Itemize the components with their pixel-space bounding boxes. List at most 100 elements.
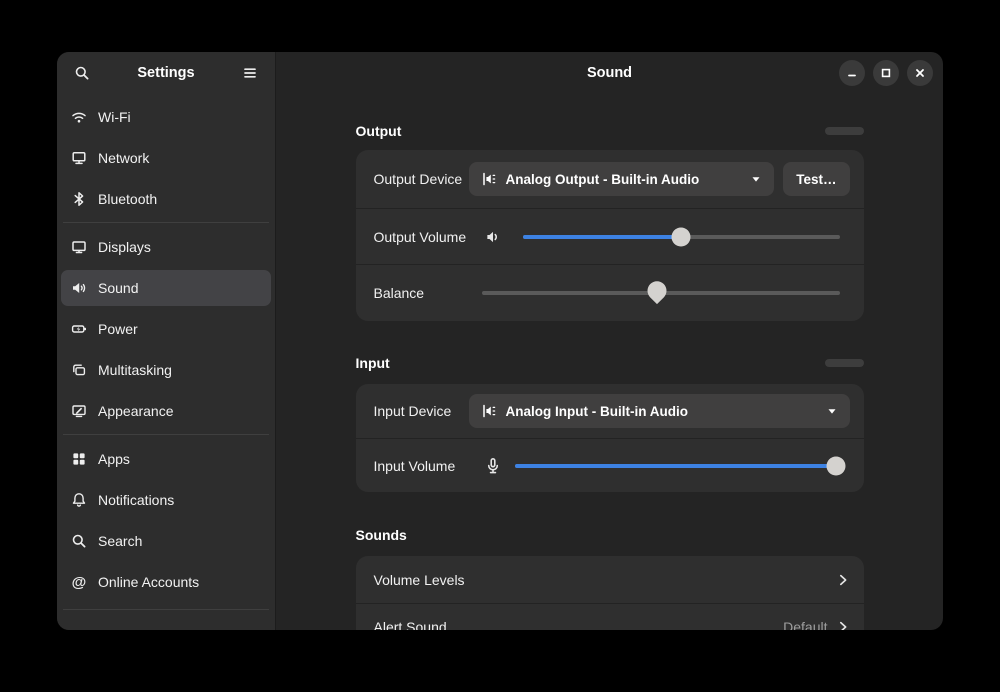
balance-pin-handle[interactable]: [643, 277, 670, 304]
sidebar-separator: [63, 434, 269, 435]
output-volume-slider[interactable]: [523, 226, 840, 248]
sidebar-item-notifications[interactable]: Notifications: [61, 482, 271, 518]
search-icon: [74, 65, 90, 81]
at-sign-icon: [71, 574, 87, 590]
sidebar-item-label: Online Accounts: [98, 574, 199, 590]
speaker-icon: [71, 280, 87, 296]
window-controls: [839, 52, 933, 94]
apps-grid-icon: [71, 451, 87, 467]
sidebar-item-label: Bluetooth: [98, 191, 157, 207]
bluetooth-icon: [71, 191, 87, 207]
minimize-button[interactable]: [839, 60, 865, 86]
input-device-value: Analog Input - Built-in Audio: [506, 404, 688, 419]
sidebar-item-bluetooth[interactable]: Bluetooth: [61, 181, 271, 217]
chevron-right-icon: [836, 573, 850, 587]
slider-fill: [515, 464, 837, 468]
wifi-icon: [71, 109, 87, 125]
sidebar: Settings Wi-Fi Network: [57, 52, 276, 630]
output-device-label: Output Device: [374, 171, 469, 187]
sounds-card: Volume Levels Alert Sound Default: [356, 556, 864, 630]
volume-levels-row[interactable]: Volume Levels: [356, 556, 864, 603]
sidebar-item-wifi[interactable]: Wi-Fi: [61, 99, 271, 135]
search-button[interactable]: [67, 58, 97, 88]
sidebar-item-displays[interactable]: Displays: [61, 229, 271, 265]
input-device-row: Input Device Analog Input - Built-in Aud…: [356, 384, 864, 438]
alert-sound-label: Alert Sound: [374, 619, 447, 630]
settings-window: Settings Wi-Fi Network: [57, 52, 943, 630]
sidebar-item-label: Power: [98, 321, 138, 337]
maximize-icon: [880, 67, 892, 79]
slider-fill: [523, 235, 682, 239]
sidebar-item-sound[interactable]: Sound: [61, 270, 271, 306]
alert-sound-row[interactable]: Alert Sound Default: [356, 603, 864, 630]
appearance-icon: [71, 403, 87, 419]
output-volume-label: Output Volume: [374, 229, 478, 245]
sidebar-item-search[interactable]: Search: [61, 523, 271, 559]
close-icon: [914, 67, 926, 79]
input-level-pill: [825, 359, 864, 367]
sidebar-item-power[interactable]: Power: [61, 311, 271, 347]
output-device-dropdown[interactable]: Analog Output - Built-in Audio: [469, 162, 774, 196]
sidebar-separator: [63, 222, 269, 223]
output-card: Output Device Analog Output - Built-in A…: [356, 150, 864, 321]
multitasking-icon: [71, 362, 87, 378]
section-heading: Input: [356, 355, 390, 371]
input-card: Input Device Analog Input - Built-in Aud…: [356, 384, 864, 492]
sidebar-item-apps[interactable]: Apps: [61, 441, 271, 477]
sidebar-item-label: Wi-Fi: [98, 109, 131, 125]
test-speakers-button[interactable]: Test…: [783, 162, 849, 196]
section-heading: Output: [356, 123, 402, 139]
slider-handle[interactable]: [827, 456, 846, 475]
sidebar-list: Wi-Fi Network Bluetooth Display: [57, 94, 275, 630]
search-icon: [71, 533, 87, 549]
volume-levels-label: Volume Levels: [374, 572, 465, 588]
soundcard-icon: [481, 171, 497, 187]
section-heading: Sounds: [356, 527, 407, 543]
sidebar-item-appearance[interactable]: Appearance: [61, 393, 271, 429]
sidebar-separator: [63, 609, 269, 610]
bell-icon: [71, 492, 87, 508]
battery-icon: [71, 321, 87, 337]
sidebar-item-online-accounts[interactable]: Online Accounts: [61, 564, 271, 600]
slider-handle[interactable]: [672, 227, 691, 246]
input-volume-slider[interactable]: [515, 455, 840, 477]
output-device-row: Output Device Analog Output - Built-in A…: [356, 150, 864, 208]
network-icon: [71, 150, 87, 166]
minimize-icon: [846, 67, 858, 79]
main-menu-button[interactable]: [235, 58, 265, 88]
sidebar-headerbar: Settings: [57, 52, 275, 94]
output-level-pill: [825, 127, 864, 135]
hamburger-menu-icon: [242, 65, 258, 81]
chevron-down-icon: [826, 405, 838, 417]
sounds-section-title: Sounds: [356, 526, 864, 544]
input-device-dropdown[interactable]: Analog Input - Built-in Audio: [469, 394, 850, 428]
chevron-down-icon: [750, 173, 762, 185]
maximize-button[interactable]: [873, 60, 899, 86]
input-volume-row: Input Volume: [356, 438, 864, 492]
main-panel: Sound Output: [276, 52, 943, 630]
output-volume-row: Output Volume: [356, 208, 864, 264]
soundcard-icon: [481, 403, 497, 419]
microphone-icon: [484, 457, 502, 475]
sidebar-item-label: Multitasking: [98, 362, 172, 378]
balance-label: Balance: [374, 285, 478, 301]
sidebar-item-label: Network: [98, 150, 149, 166]
displays-icon: [71, 239, 87, 255]
sidebar-item-multitasking[interactable]: Multitasking: [61, 352, 271, 388]
input-volume-label: Input Volume: [374, 458, 478, 474]
sidebar-item-label: Displays: [98, 239, 151, 255]
input-device-label: Input Device: [374, 403, 469, 419]
sidebar-item-label: Appearance: [98, 403, 174, 419]
output-section-title: Output: [356, 122, 864, 140]
page-title: Sound: [587, 65, 632, 81]
sidebar-item-label: Search: [98, 533, 142, 549]
close-button[interactable]: [907, 60, 933, 86]
sidebar-item-label: Sound: [98, 280, 138, 296]
balance-slider[interactable]: [482, 282, 840, 304]
content-scroll-area[interactable]: Output Output Device Analog Output - Bui…: [276, 94, 943, 630]
sidebar-item-network[interactable]: Network: [61, 140, 271, 176]
chevron-right-icon: [836, 620, 850, 630]
alert-sound-value: Default: [783, 619, 827, 630]
input-section-title: Input: [356, 354, 864, 372]
sound-page: Output Output Device Analog Output - Bui…: [356, 122, 864, 630]
